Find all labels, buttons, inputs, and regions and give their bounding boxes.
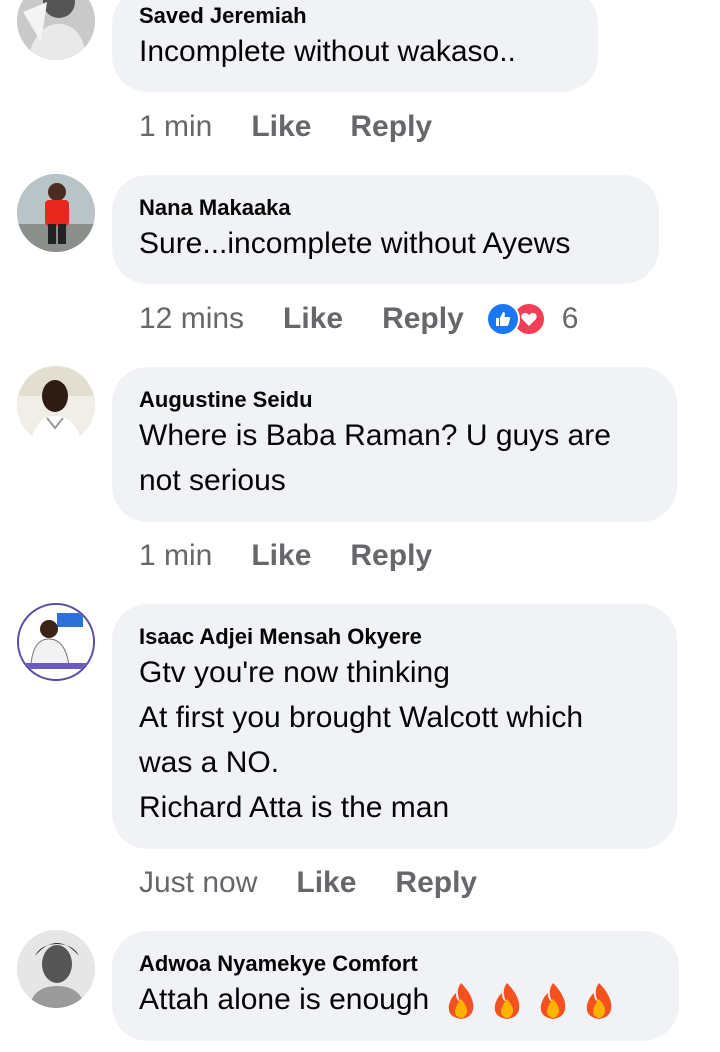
- comment-text-line: Richard Atta is the man: [139, 791, 450, 824]
- reply-button[interactable]: Reply: [395, 866, 477, 900]
- comment-bubble: Augustine Seidu Where is Baba Raman? U g…: [112, 367, 677, 522]
- comment-bubble: Isaac Adjei Mensah Okyere Gtv you're now…: [112, 604, 677, 849]
- comment-bubble: Adwoa Nyamekye Comfort Attah alone is en…: [112, 931, 679, 1041]
- comment-text-value: Attah alone is enough: [139, 983, 430, 1016]
- avatar[interactable]: [17, 366, 95, 444]
- emoji-group: [443, 981, 617, 1021]
- comment-author[interactable]: Nana Makaaka: [139, 195, 632, 221]
- avatar[interactable]: [17, 174, 95, 252]
- avatar[interactable]: [17, 603, 95, 681]
- comment-feed: Saved Jeremiah Incomplete without wakaso…: [0, 0, 720, 1052]
- fire-emoji-icon: [494, 983, 520, 1020]
- like-button[interactable]: Like: [283, 302, 343, 336]
- reaction-summary[interactable]: 6: [485, 302, 579, 336]
- fire-emoji-icon: [540, 983, 566, 1020]
- comment-actions: 1 min Like Reply: [139, 107, 454, 147]
- comment-actions: 1 min Like Reply: [139, 536, 454, 576]
- comment-actions: Just now Like Reply: [139, 863, 499, 903]
- comment-timestamp[interactable]: Just now: [139, 866, 257, 900]
- like-button[interactable]: Like: [296, 866, 356, 900]
- comment-author[interactable]: Augustine Seidu: [139, 387, 650, 413]
- comment-author[interactable]: Saved Jeremiah: [139, 3, 571, 29]
- fire-emoji-icon: [586, 983, 612, 1020]
- comment-author[interactable]: Isaac Adjei Mensah Okyere: [139, 624, 650, 650]
- reply-button[interactable]: Reply: [350, 110, 432, 144]
- comment-bubble: Nana Makaaka Sure...incomplete without A…: [112, 175, 659, 284]
- comment-timestamp[interactable]: 1 min: [139, 110, 212, 144]
- reply-button[interactable]: Reply: [382, 302, 464, 336]
- reply-button[interactable]: Reply: [350, 539, 432, 573]
- comment-text: Sure...incomplete without Ayews: [139, 227, 571, 260]
- comment-text: Attah alone is enough: [139, 977, 652, 1022]
- like-button[interactable]: Like: [251, 539, 311, 573]
- like-button[interactable]: Like: [251, 110, 311, 144]
- comment-text: Where is Baba Raman? U guys are not seri…: [139, 419, 611, 497]
- comment-text-line: Gtv you're now thinking: [139, 656, 450, 689]
- avatar[interactable]: [17, 0, 95, 60]
- reaction-count: 6: [561, 302, 579, 335]
- like-reaction-icon: [485, 302, 520, 336]
- comment-text-line: At first you brought Walcott which: [139, 701, 584, 734]
- avatar[interactable]: [17, 930, 95, 1008]
- comment-bubble: Saved Jeremiah Incomplete without wakaso…: [112, 0, 598, 92]
- comment-text: Incomplete without wakaso..: [139, 35, 516, 68]
- comment-timestamp[interactable]: 12 mins: [139, 302, 244, 336]
- comment-timestamp[interactable]: 1 min: [139, 539, 212, 573]
- comment-text-line: was a NO.: [139, 746, 280, 779]
- fire-emoji-icon: [448, 983, 474, 1020]
- comment-author[interactable]: Adwoa Nyamekye Comfort: [139, 951, 652, 977]
- comment-actions: 12 mins Like Reply 6: [139, 299, 578, 339]
